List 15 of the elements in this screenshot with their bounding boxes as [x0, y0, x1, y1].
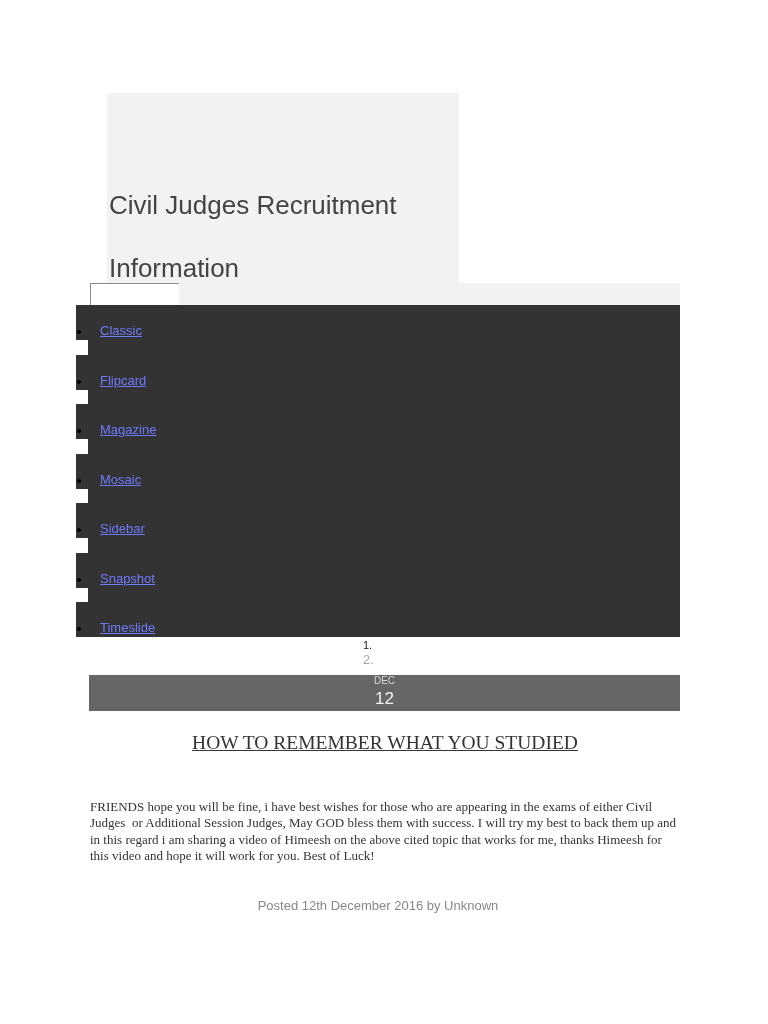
nav-link[interactable]: Snapshot	[100, 570, 155, 586]
input-field[interactable]	[90, 283, 179, 305]
post-title-link[interactable]: HOW TO REMEMBER WHAT YOU STUDIED	[192, 732, 578, 753]
nav-link[interactable]: Timeslide	[100, 620, 156, 635]
post-footer: Posted 12th December 2016 by Unknown	[257, 898, 499, 915]
date-month: DEC	[373, 675, 396, 686]
post-body: FRIENDS hope you will be fine, i have best wishes for those who are appearing in the exams of either Civil Judges or Additional Session Judges, May GOD bless them with success. I will try my best to back them up and in this regard i am sharing a video of Himeesh on the above cited topic that works for me, thanks Himeesh for this video and hope it will work for you. Best of Luck!	[90, 799, 678, 865]
date-day: 12	[375, 689, 394, 709]
nav-link[interactable]: Sidebar	[100, 521, 145, 536]
page-number[interactable]: 1.	[363, 638, 373, 652]
blog-title: Civil Judges Recruitment Information	[109, 190, 397, 283]
nav-link[interactable]: Flipcard	[100, 372, 147, 388]
nav-link[interactable]: Classic	[100, 323, 142, 338]
nav-link[interactable]: Mosaic	[100, 471, 142, 487]
nav-link[interactable]: Magazine	[100, 422, 157, 437]
